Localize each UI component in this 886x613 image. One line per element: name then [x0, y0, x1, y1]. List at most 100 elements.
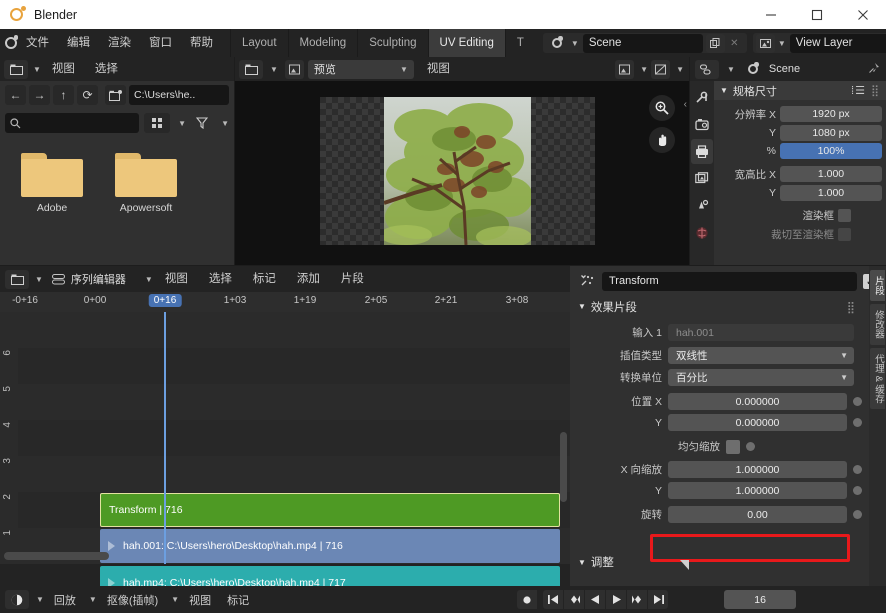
workspace-tab-modeling[interactable]: Modeling — [288, 29, 358, 57]
chevron-down-icon[interactable]: ▼ — [178, 119, 186, 128]
close-icon[interactable] — [840, 0, 886, 29]
translation-unit-dropdown[interactable]: 百分比 ▼ — [668, 369, 854, 386]
preview-menu-view[interactable]: 视图 — [418, 57, 459, 81]
grip-icon[interactable]: ⣿ — [871, 84, 880, 97]
preview-canvas[interactable]: ‹ — [235, 81, 689, 265]
strip-name-field[interactable]: Transform — [602, 272, 857, 291]
chevron-down-icon[interactable]: ▼ — [89, 595, 97, 604]
workspace-tab-layout[interactable]: Layout — [230, 29, 288, 57]
uniform-scale-checkbox[interactable] — [726, 440, 740, 454]
workspace-tab-uv-editing[interactable]: UV Editing — [428, 29, 505, 57]
menu-edit[interactable]: 编辑 — [58, 29, 99, 57]
search-input[interactable] — [5, 113, 139, 133]
jump-to-start-button[interactable] — [543, 590, 563, 609]
chevron-down-icon[interactable]: ▼ — [640, 65, 648, 74]
rotation-value[interactable]: 0.00 — [668, 506, 847, 523]
resolution-x-value[interactable]: 1920 px — [780, 106, 882, 122]
new-folder-icon[interactable] — [105, 85, 126, 105]
seq-menu-select[interactable]: 选择 — [200, 266, 241, 292]
sequencer-horizontal-scrollbar[interactable] — [4, 552, 109, 560]
overlay-icon[interactable] — [651, 60, 670, 79]
aspect-y-value[interactable]: 1.000 — [780, 185, 882, 201]
sequencer-vertical-scrollbar[interactable] — [560, 432, 567, 502]
strip-hah-001[interactable]: hah.001: C:\Users\hero\Desktop\hah.mp4 |… — [100, 529, 560, 563]
play-reverse-button[interactable] — [585, 590, 605, 609]
playhead[interactable] — [164, 312, 166, 564]
sequencer-mode-value[interactable]: 序列编辑器 — [71, 271, 126, 287]
sequencer-editor-icon[interactable] — [239, 60, 263, 79]
interpolation-dropdown[interactable]: 双线性 ▼ — [668, 347, 854, 364]
arrow-left-icon[interactable]: ← — [5, 85, 26, 105]
properties-tab-tool[interactable] — [691, 85, 713, 110]
sequencer-canvas[interactable]: 1 2 3 4 5 6 Transform | 716 hah.001: C:\… — [0, 312, 570, 564]
sidebar-tab-modifiers[interactable]: 修改器 — [870, 304, 885, 345]
arrow-right-icon[interactable]: → — [29, 85, 50, 105]
animate-property-dot[interactable] — [853, 418, 862, 427]
record-button[interactable] — [517, 590, 537, 609]
folder-item[interactable]: Apowersoft — [110, 153, 182, 265]
sequencer-time-ruler[interactable]: -0+16 0+00 0+16 1+03 1+19 2+05 2+21 3+08 — [0, 292, 570, 312]
preset-list-icon[interactable]: ⁞☰ — [851, 84, 866, 97]
path-field[interactable]: C:\Users\he.. — [129, 85, 229, 105]
render-region-checkbox[interactable] — [838, 209, 851, 222]
adjust-panel-header[interactable]: ▼ 调整 — [570, 552, 886, 572]
chevron-down-icon[interactable]: ▼ — [221, 119, 229, 128]
chevron-left-icon[interactable]: ‹ — [684, 99, 687, 110]
filter-icon[interactable] — [191, 113, 213, 133]
seq-menu-marker[interactable]: 标记 — [244, 266, 285, 292]
properties-tab-render[interactable] — [691, 112, 713, 137]
minimize-icon[interactable] — [748, 0, 794, 29]
properties-editor-icon[interactable] — [695, 60, 719, 79]
animate-property-dot[interactable] — [746, 442, 755, 451]
view-layer-selector[interactable]: ▼ View Layer ✕ — [753, 33, 886, 53]
seq-menu-add[interactable]: 添加 — [288, 266, 329, 292]
tl-menu-view[interactable]: 视图 — [183, 592, 217, 608]
animate-property-dot[interactable] — [853, 510, 862, 519]
refresh-icon[interactable]: ⟳ — [77, 85, 98, 105]
sidebar-tab-strip[interactable]: 片段 — [870, 270, 885, 301]
display-mode-dropdown[interactable]: 预览 ▼ — [308, 60, 414, 79]
scene-selector[interactable]: ▼ Scene ✕ — [543, 33, 747, 53]
resolution-percent-value[interactable]: 100% — [780, 143, 882, 159]
unlink-scene-x-icon[interactable]: ✕ — [725, 34, 744, 53]
jump-to-end-button[interactable] — [648, 590, 668, 609]
properties-tab-output[interactable] — [691, 139, 713, 164]
fb-menu-select[interactable]: 选择 — [86, 57, 127, 81]
seq-menu-strip[interactable]: 片段 — [332, 266, 373, 292]
pin-icon[interactable] — [868, 62, 886, 77]
tl-menu-keying[interactable]: 抠像(插帧) — [101, 592, 164, 608]
chevron-down-icon[interactable]: ▼ — [36, 595, 44, 604]
scale-x-value[interactable]: 1.000000 — [668, 461, 847, 478]
format-panel-header[interactable]: ▼ 规格尺寸 ⁞☰ ⣿ — [714, 81, 886, 100]
workspace-tab-texture-paint[interactable]: T — [505, 29, 535, 57]
crop-render-region-checkbox[interactable] — [838, 228, 851, 241]
animate-property-dot[interactable] — [853, 465, 862, 474]
tl-menu-marker[interactable]: 标记 — [221, 592, 255, 608]
animate-property-dot[interactable] — [853, 397, 862, 406]
menu-file[interactable]: 文件 — [17, 29, 58, 57]
resolution-y-value[interactable]: 1080 px — [780, 125, 882, 141]
zoom-icon[interactable] — [649, 95, 675, 121]
file-browser-editor-icon[interactable] — [4, 60, 28, 79]
properties-tab-scene[interactable] — [691, 193, 713, 218]
timeline-editor-icon[interactable] — [5, 590, 29, 609]
next-keyframe-button[interactable] — [627, 590, 647, 609]
effect-strip-panel-header[interactable]: ▼ 效果片段 ⣿ — [570, 296, 886, 317]
animate-property-dot[interactable] — [853, 486, 862, 495]
menu-help[interactable]: 帮助 — [181, 29, 222, 57]
image-display-icon[interactable] — [615, 60, 634, 79]
tl-menu-playback[interactable]: 回放 — [48, 592, 82, 608]
position-y-value[interactable]: 0.000000 — [668, 414, 847, 431]
maximize-icon[interactable] — [794, 0, 840, 29]
chevron-down-icon[interactable]: ▼ — [171, 595, 179, 604]
folder-item[interactable]: Adobe — [16, 153, 88, 265]
seq-menu-view[interactable]: 视图 — [156, 266, 197, 292]
blender-menu-icon[interactable] — [5, 33, 17, 53]
chevron-down-icon[interactable]: ▼ — [676, 65, 684, 74]
sequencer-editor-icon[interactable] — [5, 270, 29, 289]
grid-view-icon[interactable] — [144, 113, 170, 133]
prev-keyframe-button[interactable] — [564, 590, 584, 609]
scene-name-field[interactable]: Scene — [583, 34, 703, 53]
menu-render[interactable]: 渲染 — [99, 29, 140, 57]
scale-y-value[interactable]: 1.000000 — [668, 482, 847, 499]
